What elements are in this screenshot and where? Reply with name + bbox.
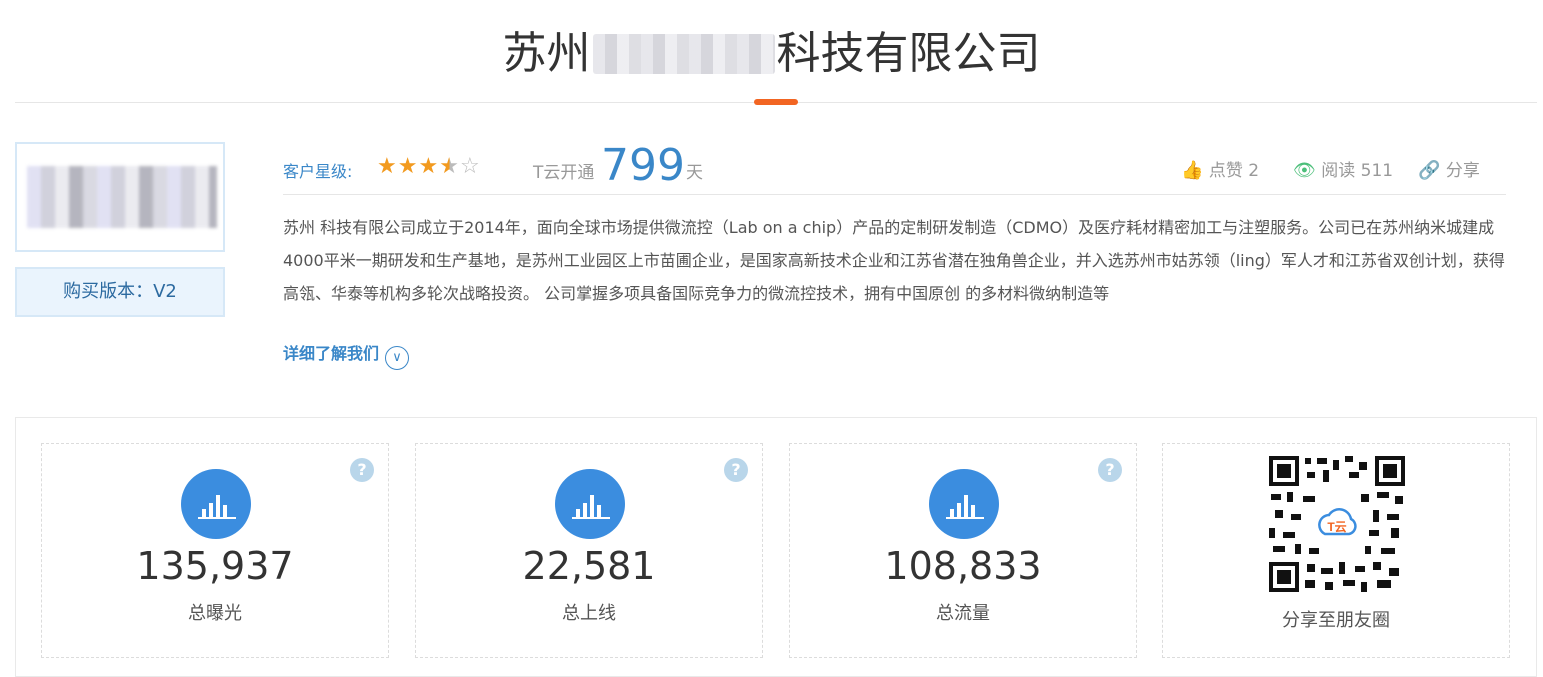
- redacted-logo: [27, 166, 217, 228]
- bar-chart-icon: [929, 469, 999, 539]
- share-qr-card: T云 分享至朋友圈: [1162, 443, 1510, 658]
- title-accent-bar: [754, 99, 798, 105]
- share-label: 分享: [1445, 161, 1480, 181]
- stat-label: 总上线: [562, 603, 616, 624]
- days-unit: 天: [686, 163, 703, 183]
- stat-card-traffic: ? 108,833 总流量: [789, 443, 1137, 658]
- star-full-icon: ★: [418, 154, 440, 179]
- help-icon[interactable]: ?: [350, 458, 374, 482]
- like-button[interactable]: 👍 点赞 2: [1181, 156, 1259, 181]
- stat-label: 总流量: [936, 603, 990, 624]
- company-title: 苏州 科技有限公司: [0, 24, 1543, 84]
- read-label: 阅读 511: [1321, 161, 1394, 181]
- bar-chart-icon: [181, 469, 251, 539]
- bar-chart-icon: [555, 469, 625, 539]
- eye-icon: 👁: [1293, 160, 1316, 181]
- stat-label: 总曝光: [188, 603, 242, 624]
- title-prefix: 苏州: [502, 28, 591, 79]
- star-full-icon: ★: [377, 154, 398, 179]
- thumbs-up-icon: 👍: [1181, 160, 1204, 181]
- star-empty-icon: ☆: [459, 154, 481, 179]
- like-label: 点赞 2: [1208, 161, 1260, 181]
- title-suffix: 科技有限公司: [776, 28, 1041, 79]
- version-badge: 购买版本：V2: [15, 267, 225, 317]
- share-button[interactable]: 🔗 分享: [1418, 156, 1480, 181]
- read-count: 👁 阅读 511: [1293, 156, 1393, 181]
- link-icon: 🔗: [1418, 160, 1441, 181]
- qr-share-label: 分享至朋友圈: [1282, 610, 1390, 631]
- stat-value: 108,833: [884, 544, 1042, 588]
- learn-more-link[interactable]: 详细了解我们 ∨: [283, 340, 410, 370]
- help-icon[interactable]: ?: [724, 458, 748, 482]
- rating-label: 客户星级:: [283, 162, 353, 181]
- redacted-name: [592, 34, 775, 74]
- meta-row: 客户星级: ★★★★☆ T云开通 799 天 👍 点赞 2 👁 阅读 511 🔗…: [283, 140, 1506, 195]
- stat-card-online: ? 22,581 总上线: [415, 443, 763, 658]
- page-header: 苏州 科技有限公司: [0, 0, 1543, 105]
- star-full-icon: ★: [397, 154, 419, 179]
- star-rating: ★★★★☆: [377, 154, 481, 179]
- tyun-days-count: 799: [601, 140, 685, 191]
- company-description: 苏州 科技有限公司成立于2014年，面向全球市场提供微流控（Lab on a c…: [283, 218, 1505, 303]
- company-logo: [15, 142, 225, 252]
- qr-code-icon: [1269, 456, 1405, 592]
- stat-card-exposure: ? 135,937 总曝光: [41, 443, 389, 658]
- learn-more-label: 详细了解我们: [283, 344, 380, 363]
- chevron-down-icon: ∨: [385, 346, 410, 370]
- stat-value: 22,581: [522, 544, 656, 588]
- stat-value: 135,937: [136, 544, 294, 588]
- tyun-label: T云开通: [533, 163, 595, 183]
- star-half-icon: ★: [439, 154, 460, 179]
- help-icon[interactable]: ?: [1098, 458, 1122, 482]
